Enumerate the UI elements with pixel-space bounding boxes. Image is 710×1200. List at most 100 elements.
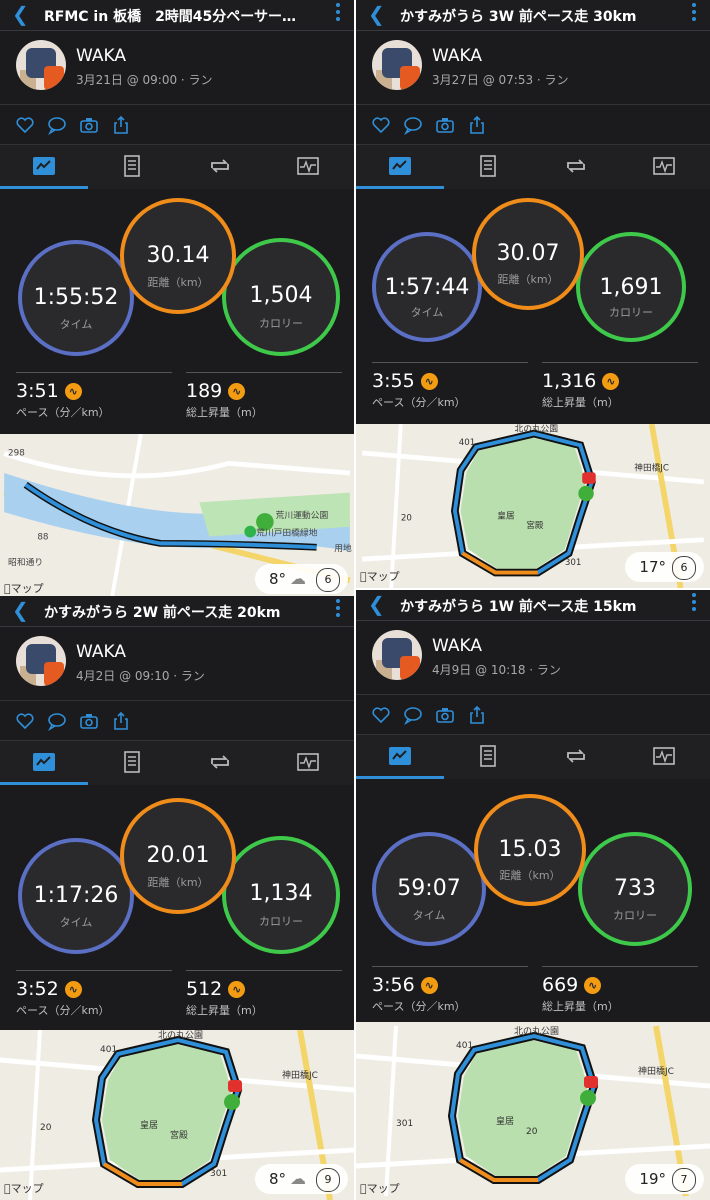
camera-icon[interactable] bbox=[434, 115, 456, 137]
stats-icon[interactable] bbox=[356, 735, 444, 779]
map-label: 北の丸公園 bbox=[158, 1030, 203, 1041]
map-label: 301 bbox=[565, 558, 582, 568]
map-label: 20 bbox=[526, 1127, 538, 1137]
heart-icon[interactable] bbox=[14, 711, 36, 733]
distance-label: 距離（km） bbox=[147, 275, 209, 289]
chart-icon[interactable] bbox=[620, 145, 708, 189]
avatar[interactable] bbox=[372, 630, 422, 680]
weather-badge: 19°☁7 bbox=[625, 1164, 704, 1194]
start-marker bbox=[224, 1094, 240, 1110]
distance-label: 距離（km） bbox=[497, 273, 559, 287]
comment-icon[interactable] bbox=[402, 705, 424, 727]
share-icon[interactable] bbox=[110, 115, 132, 137]
chevron-left-icon[interactable]: ❮ bbox=[368, 4, 385, 24]
more-vertical-icon[interactable] bbox=[336, 599, 340, 620]
user-row: WAKA 3月21日 @ 09:00 · ラン bbox=[0, 34, 354, 100]
comment-icon[interactable] bbox=[46, 711, 68, 733]
calories-label: カロリー bbox=[259, 317, 303, 331]
laps-icon[interactable] bbox=[532, 735, 620, 779]
laps-icon[interactable] bbox=[176, 145, 264, 189]
map-brand: マップ bbox=[360, 570, 400, 583]
route-map[interactable]: 401 北の丸公園神田橋JC 皇居宮殿 20 301 マップ 17°☁6 bbox=[356, 424, 710, 588]
activity-date: 3月21日 @ 09:00 · ラン bbox=[76, 73, 213, 87]
route-map[interactable]: 401 北の丸公園神田橋JC 皇居 20 301 マップ 19°☁7 bbox=[356, 1022, 710, 1200]
distance-value: 30.07 bbox=[496, 241, 560, 267]
document-icon[interactable] bbox=[88, 741, 176, 785]
more-vertical-icon[interactable] bbox=[692, 3, 696, 24]
calories-ring: 733 カロリー bbox=[578, 832, 692, 946]
heart-icon[interactable] bbox=[370, 705, 392, 727]
share-icon[interactable] bbox=[466, 705, 488, 727]
distance-label: 距離（km） bbox=[147, 875, 209, 889]
more-vertical-icon[interactable] bbox=[336, 3, 340, 24]
chart-icon[interactable] bbox=[264, 145, 352, 189]
heart-icon[interactable] bbox=[370, 115, 392, 137]
divider bbox=[372, 966, 528, 967]
avatar[interactable] bbox=[372, 40, 422, 90]
camera-icon[interactable] bbox=[78, 711, 100, 733]
chevron-left-icon[interactable]: ❮ bbox=[12, 4, 29, 24]
user-name: WAKA bbox=[432, 46, 482, 66]
map-label: 301 bbox=[396, 1119, 413, 1129]
activity-panel-2: ❮ かすみがうら 3W 前ペース走 30km WAKA 3月27日 @ 07:5… bbox=[356, 0, 710, 588]
calories-value: 733 bbox=[614, 875, 656, 901]
camera-icon[interactable] bbox=[78, 115, 100, 137]
park-marker bbox=[244, 525, 257, 538]
time-value: 1:57:44 bbox=[384, 274, 470, 300]
stats-icon[interactable] bbox=[0, 741, 88, 785]
wave-icon: ∿ bbox=[228, 383, 246, 400]
ascent-value: 189 bbox=[186, 380, 223, 402]
chevron-left-icon[interactable]: ❮ bbox=[12, 600, 29, 620]
tab-bar bbox=[0, 740, 354, 785]
chevron-left-icon[interactable]: ❮ bbox=[368, 594, 385, 614]
avatar[interactable] bbox=[16, 40, 66, 90]
camera-icon[interactable] bbox=[434, 705, 456, 727]
stats-icon[interactable] bbox=[356, 145, 444, 189]
pace-label: ペース（分／km） bbox=[372, 1000, 466, 1013]
ascent-value: 1,316 bbox=[542, 370, 597, 392]
tab-bar bbox=[356, 144, 710, 189]
map-label: 401 bbox=[456, 1041, 473, 1051]
header-bar: ❮ かすみがうら 3W 前ペース走 30km bbox=[356, 0, 710, 31]
pace-stat: 3:51 ∿ ペース（分／km） bbox=[16, 380, 110, 420]
map-label: 神田橋JC bbox=[634, 461, 669, 473]
start-marker bbox=[578, 485, 594, 502]
map-label: 20 bbox=[401, 513, 412, 523]
document-icon[interactable] bbox=[88, 145, 176, 189]
map-label: 荒川運動公園 bbox=[276, 510, 329, 521]
chart-icon[interactable] bbox=[264, 741, 352, 785]
calories-ring: 1,134 カロリー bbox=[222, 836, 340, 954]
comment-icon[interactable] bbox=[46, 115, 68, 137]
time-value: 1:55:52 bbox=[33, 284, 119, 310]
share-icon[interactable] bbox=[110, 711, 132, 733]
wave-icon: ∿ bbox=[584, 977, 602, 994]
ascent-value: 669 bbox=[542, 974, 579, 996]
share-icon[interactable] bbox=[466, 115, 488, 137]
document-icon[interactable] bbox=[444, 735, 532, 779]
route-map[interactable]: 298 88 荒川運動公園荒川戸田橋緑地昭和通り 用地 マップ 8°☁ 6 bbox=[0, 434, 354, 600]
comment-icon[interactable] bbox=[402, 115, 424, 137]
divider bbox=[186, 372, 342, 373]
activity-date: 3月27日 @ 07:53 · ラン bbox=[432, 73, 569, 87]
cloud-icon: ☁ bbox=[290, 1169, 306, 1188]
laps-icon[interactable] bbox=[532, 145, 620, 189]
laps-icon[interactable] bbox=[176, 741, 264, 785]
stats-icon[interactable] bbox=[0, 145, 88, 189]
activity-title: かすみがうら 2W 前ペース走 20km bbox=[44, 605, 281, 621]
route-map[interactable]: 401 北の丸公園神田橋JC 皇居宮殿 20 301 マップ 8°☁ 9 bbox=[0, 1030, 354, 1200]
pace-stat: 3:52 ∿ ペース（分／km） bbox=[16, 978, 110, 1018]
calories-ring: 1,504 カロリー bbox=[222, 238, 340, 356]
start-marker bbox=[580, 1090, 596, 1106]
document-icon[interactable] bbox=[444, 145, 532, 189]
calories-value: 1,134 bbox=[249, 881, 313, 907]
activity-panel-4: ❮ かすみがうら 1W 前ペース走 15km WAKA 4月9日 @ 10:18… bbox=[356, 590, 710, 1200]
user-name: WAKA bbox=[76, 46, 126, 66]
avatar[interactable] bbox=[16, 636, 66, 686]
heart-icon[interactable] bbox=[14, 115, 36, 137]
map-brand: マップ bbox=[4, 1182, 44, 1195]
chart-icon[interactable] bbox=[620, 735, 708, 779]
more-vertical-icon[interactable] bbox=[692, 593, 696, 614]
calories-label: カロリー bbox=[259, 915, 303, 929]
distance-ring: 30.14 距離（km） bbox=[120, 198, 236, 314]
user-row: WAKA 4月9日 @ 10:18 · ラン bbox=[356, 624, 710, 690]
